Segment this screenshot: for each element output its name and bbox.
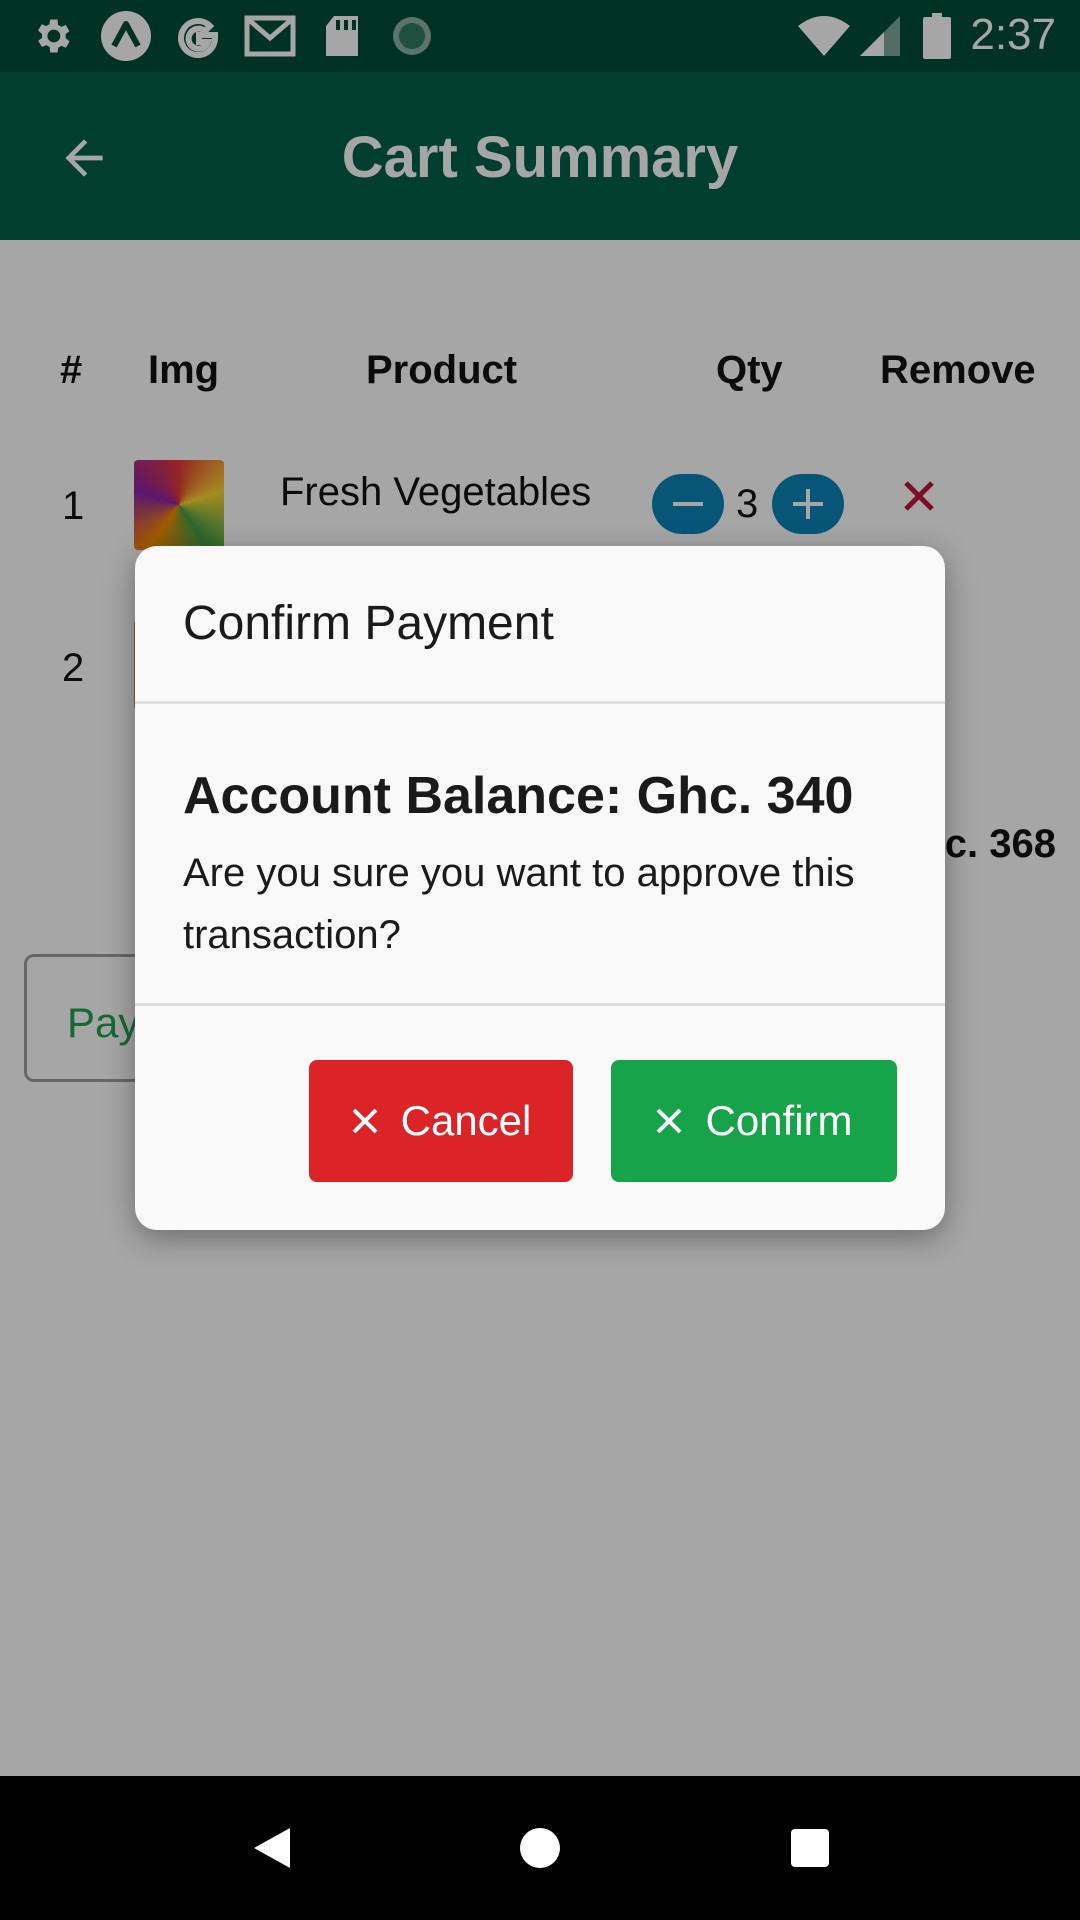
recents-nav-button[interactable] <box>778 1816 842 1880</box>
dialog-message: Are you sure you want to approve this tr… <box>183 851 855 957</box>
triangle-back-icon <box>254 1828 290 1868</box>
dialog-header: Confirm Payment <box>135 546 945 704</box>
dialog-body: Account Balance: Ghc. 340 Are you sure y… <box>135 704 945 1006</box>
square-recents-icon <box>791 1829 829 1867</box>
cancel-button-label: Cancel <box>400 1097 532 1144</box>
circle-home-icon <box>520 1828 560 1868</box>
confirm-button-label: Confirm <box>705 1097 853 1144</box>
dialog-title: Confirm Payment <box>183 597 554 650</box>
navigation-bar <box>0 1776 1080 1920</box>
confirm-button[interactable]: Confirm <box>611 1060 897 1182</box>
home-nav-button[interactable] <box>508 1816 572 1880</box>
cancel-button[interactable]: Cancel <box>309 1060 573 1182</box>
close-icon <box>351 1107 379 1135</box>
close-icon <box>655 1107 683 1135</box>
account-balance: Account Balance: Ghc. 340 <box>183 767 854 825</box>
back-nav-button[interactable] <box>240 1816 304 1880</box>
confirm-payment-dialog: Confirm Payment Account Balance: Ghc. 34… <box>135 546 945 1230</box>
